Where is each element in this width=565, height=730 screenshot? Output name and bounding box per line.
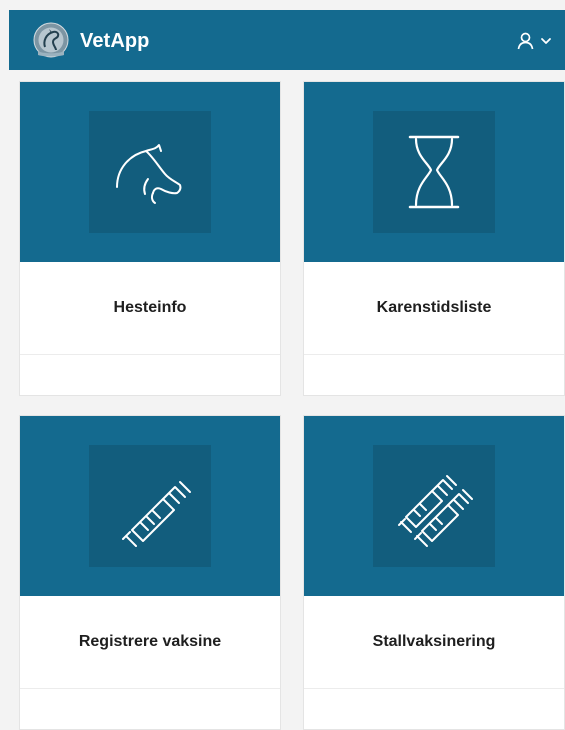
card-footer	[304, 355, 564, 395]
card-icon-box	[373, 111, 495, 233]
card-header	[20, 416, 280, 596]
card-label[interactable]: Registrere vaksine	[20, 596, 280, 689]
card-icon-box	[373, 445, 495, 567]
card-icon-box	[89, 111, 211, 233]
card-footer	[20, 689, 280, 729]
card-icon-box	[89, 445, 211, 567]
karenstidsliste-card[interactable]: Karenstidsliste	[303, 81, 565, 396]
card-footer	[20, 355, 280, 395]
hourglass-icon	[408, 135, 460, 209]
card-footer	[304, 689, 564, 729]
stallvaksinering-card[interactable]: Stallvaksinering	[303, 415, 565, 730]
registrere-vaksine-card[interactable]: Registrere vaksine	[19, 415, 281, 730]
syringe-icon	[122, 481, 191, 547]
user-icon	[517, 32, 534, 50]
top-navigation-bar: VetApp	[9, 10, 565, 70]
horse-head-icon	[116, 144, 182, 204]
card-header	[20, 82, 280, 262]
horse-emblem-icon[interactable]	[33, 22, 69, 58]
card-label[interactable]: Hesteinfo	[20, 262, 280, 355]
user-menu-button[interactable]	[517, 30, 559, 52]
card-label[interactable]: Karenstidsliste	[304, 262, 564, 355]
card-header	[304, 416, 564, 596]
app-title: VetApp	[80, 30, 150, 52]
chevron-down-icon	[541, 38, 551, 44]
hesteinfo-card[interactable]: Hesteinfo	[19, 81, 281, 396]
multiple-syringes-icon	[398, 475, 473, 547]
card-label[interactable]: Stallvaksinering	[304, 596, 564, 689]
card-header	[304, 82, 564, 262]
